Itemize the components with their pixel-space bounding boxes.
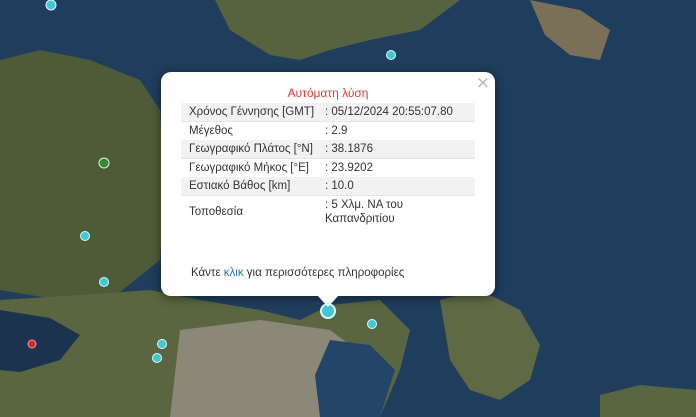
value-depth: : 10.0 — [325, 180, 354, 192]
land-northwest — [0, 50, 165, 300]
label-longitude: Γεωγραφικό Μήκος [°E] — [189, 162, 309, 174]
earthquake-info-popup: × Αυτόματη λύση Χρόνος Γέννησης [GMT] : … — [161, 72, 495, 296]
earthquake-marker[interactable] — [27, 339, 37, 349]
earthquake-marker[interactable] — [45, 0, 57, 11]
row-origin-time: Χρόνος Γέννησης [GMT] : 05/12/2024 20:55… — [181, 103, 475, 121]
label-location: Τοποθεσία — [189, 206, 243, 218]
earthquake-marker[interactable] — [152, 353, 162, 363]
more-info-text: Κάντε κλικ για περισσότερες πληροφορίες — [191, 267, 404, 279]
row-latitude: Γεωγραφικό Πλάτος [°N] : 38.1876 — [181, 140, 475, 158]
row-location: Τοποθεσία : 5 Χλμ. ΝΑ του Καπανδριτίου — [181, 195, 475, 228]
earthquake-marker[interactable] — [80, 231, 90, 241]
value-origin-time: : 05/12/2024 20:55:07.80 — [325, 106, 453, 118]
value-latitude: : 38.1876 — [325, 143, 373, 155]
label-magnitude: Μέγεθος — [189, 125, 233, 137]
earthquake-marker[interactable] — [367, 319, 377, 329]
label-origin-time: Χρόνος Γέννησης [GMT] — [189, 106, 315, 118]
earthquake-marker[interactable] — [157, 339, 167, 349]
row-depth: Εστιακό Βάθος [km] : 10.0 — [181, 177, 475, 195]
earthquake-marker[interactable] — [99, 277, 109, 287]
popup-tip — [317, 295, 339, 307]
value-longitude: : 23.9202 — [325, 162, 373, 174]
earthquake-marker[interactable] — [386, 50, 396, 60]
more-prefix: Κάντε — [191, 267, 224, 279]
info-table: Χρόνος Γέννησης [GMT] : 05/12/2024 20:55… — [181, 103, 475, 228]
earthquake-marker[interactable] — [98, 157, 110, 169]
value-magnitude: : 2.9 — [325, 125, 348, 137]
close-icon[interactable]: × — [476, 74, 490, 92]
row-longitude: Γεωγραφικό Μήκος [°E] : 23.9202 — [181, 158, 475, 177]
more-info-link[interactable]: κλικ — [224, 267, 244, 279]
row-magnitude: Μέγεθος : 2.9 — [181, 121, 475, 140]
popup-title: Αυτόματη λύση — [287, 86, 369, 100]
value-location: : 5 Χλμ. ΝΑ του Καπανδριτίου — [325, 199, 404, 225]
label-depth: Εστιακό Βάθος [km] — [189, 180, 291, 192]
label-latitude: Γεωγραφικό Πλάτος [°N] — [189, 143, 313, 155]
more-suffix: για περισσότερες πληροφορίες — [243, 267, 405, 279]
